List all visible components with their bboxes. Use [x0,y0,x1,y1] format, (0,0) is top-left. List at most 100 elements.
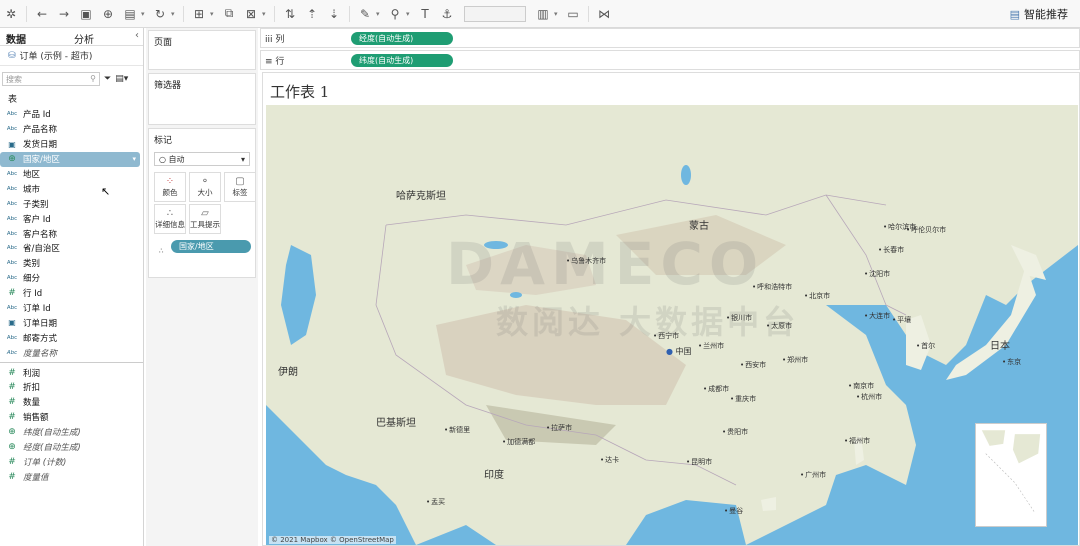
dropdown-arrow-icon[interactable]: ▾ [262,10,270,18]
fix-axes-icon[interactable]: ⚓ [436,3,458,25]
collapse-pane-icon[interactable]: ‹ [135,30,139,41]
toolbar-separator [26,5,27,22]
dimension-field[interactable]: Abc 客户名称 [0,226,143,241]
dropdown-arrow-icon[interactable]: ▾ [406,10,414,18]
dimension-field-label: 地区 [23,170,41,180]
new-worksheet-icon[interactable]: ⊞ [188,3,210,25]
detail-small-icon: ∴ [159,247,164,255]
group-members-icon[interactable]: ⚲ [384,3,406,25]
sheet-title[interactable]: 工作表 1 [270,81,329,102]
measure-field[interactable]: ⊕ 经度(自动生成) [0,440,143,455]
search-input[interactable]: 搜索 ⚲ [2,72,100,86]
tab-data[interactable]: 数据 [0,28,68,46]
tableau-logo-icon[interactable]: ✲ [0,3,22,25]
fit-select[interactable] [464,5,526,22]
datasource-item[interactable]: ⛁ 订单 (示例 - 超市) [0,46,143,66]
pages-card[interactable]: 页面 [148,30,256,70]
view-options-icon[interactable]: ▤▾ [115,74,128,84]
measure-field[interactable]: ⊕ 纬度(自动生成) [0,425,143,440]
measure-field[interactable]: # 度量值 [0,469,143,484]
save-icon[interactable]: ▣ [75,3,97,25]
label-button[interactable]: ▢ 标签 [224,172,256,202]
mark-type-select[interactable]: ○ 自动 ▾ [154,152,250,166]
sort-ascending-icon[interactable]: ⇡ [301,3,323,25]
dimension-field[interactable]: Abc 类别 [0,256,143,271]
city-label: 加德满都 [502,437,535,447]
measure-field[interactable]: # 折扣 [0,380,143,395]
dimension-field[interactable]: Abc 邮寄方式 [0,330,143,345]
columns-pill[interactable]: 经度(自动生成) [351,31,453,45]
tooltip-button[interactable]: ▱ 工具提示 [189,204,221,234]
rows-pill[interactable]: 纬度(自动生成) [351,53,453,67]
dimension-field[interactable]: Abc 地区 [0,167,143,182]
dimension-field[interactable]: ▣ 订单日期 [0,315,143,330]
city-label: 曼谷 [724,506,743,516]
dimension-field[interactable]: Abc 产品 Id [0,107,143,122]
dimension-field[interactable]: Abc 订单 Id [0,301,143,316]
dimension-field[interactable]: Abc 度量名称 [0,345,143,360]
city-label: 福州市 [844,436,870,446]
clear-sheet-icon[interactable]: ⊠ [240,3,262,25]
dropdown-arrow-icon[interactable]: ▾ [210,10,218,18]
dimension-field[interactable]: # 行 Id [0,286,143,301]
string-type-icon: Abc [6,334,18,341]
map-canvas[interactable]: DAMECO 数阅达 大数据中台 哈萨克斯坦 蒙古 伊朗 巴基斯坦 印度 日本 … [266,105,1078,545]
show-mark-labels-icon[interactable]: T [414,3,436,25]
pause-updates-icon[interactable]: ▤ [119,3,141,25]
city-label: 大连市 [864,311,890,321]
size-button[interactable]: ⚬ 大小 [189,172,221,202]
number-type-icon: # [8,288,16,299]
size-label: 大小 [197,188,213,197]
dimension-field[interactable]: Abc 客户 Id [0,211,143,226]
dropdown-arrow-icon[interactable]: ▾ [554,10,562,18]
mark-pill-country[interactable]: 国家/地区 [171,240,251,253]
sort-descending-icon[interactable]: ⇣ [323,3,345,25]
city-label: 兰州市 [698,341,724,351]
mouse-cursor-icon: ↖ [101,185,111,198]
toolbar-separator [274,5,275,22]
toolbar: ✲ ← → ▣ ⊕ ▤ ▾ ↻ ▾ ⊞ ▾ ⧉ ⊠ ▾ ⇅ ⇡ ⇣ ✎ ▾ ⚲ … [0,0,1080,28]
detail-button[interactable]: ∴ 详细信息 [154,204,186,234]
color-button[interactable]: ⁘ 颜色 [154,172,186,202]
filter-icon[interactable]: ⏷ [104,74,111,84]
undo-icon[interactable]: ← [31,3,53,25]
duplicate-sheet-icon[interactable]: ⧉ [218,3,240,25]
dropdown-arrow-icon[interactable]: ▾ [171,10,179,18]
swap-rows-columns-icon[interactable]: ⇅ [279,3,301,25]
filters-title: 筛选器 [154,81,182,91]
highlight-icon[interactable]: ✎ [354,3,376,25]
columns-shelf[interactable]: iii 列 经度(自动生成) [260,28,1080,48]
share-icon[interactable]: ⋈ [593,3,615,25]
city-label: 太原市 [766,321,792,331]
measure-field[interactable]: # 销售额 [0,410,143,425]
show-cards-icon[interactable]: ▥ [532,3,554,25]
new-datasource-icon[interactable]: ⊕ [97,3,119,25]
measure-field[interactable]: # 数量 [0,395,143,410]
dimension-field[interactable]: ▣ 发货日期 [0,137,143,152]
redo-icon[interactable]: → [53,3,75,25]
dimension-field-label: 邮寄方式 [23,333,58,344]
dimension-field[interactable]: Abc 产品名称 [0,122,143,137]
presentation-mode-icon[interactable]: ▭ [562,3,584,25]
city-label: 呼和浩特市 [752,282,792,292]
dropdown-arrow-icon[interactable]: ▾ [376,10,384,18]
dimension-field[interactable]: Abc 省/自治区 [0,241,143,256]
measure-field[interactable]: # 订单 (计数) [0,454,143,469]
field-dropdown-icon[interactable]: ▾ [132,155,136,163]
show-me-button[interactable]: ▤ 智能推荐 [1010,6,1068,22]
data-pane-tabs: 数据 分析 ‹ [0,28,143,46]
tab-analysis[interactable]: 分析 [68,28,136,46]
rows-label-text: 行 [275,56,285,67]
rows-shelf[interactable]: ≡ 行 纬度(自动生成) [260,50,1080,70]
dimension-field[interactable]: ⊕ 国家/地区 ▾ [0,151,140,167]
dimension-field[interactable]: Abc 细分 [0,271,143,286]
dimension-field[interactable]: Abc 城市 [0,181,143,196]
dropdown-arrow-icon[interactable]: ▾ [141,10,149,18]
map-attribution[interactable]: © 2021 Mapbox © OpenStreetMap [269,536,396,544]
measure-field[interactable]: # 利润 [0,365,143,380]
watermark-cn: 数阅达 大数据中台 [496,303,800,341]
dimension-field[interactable]: Abc 子类别 [0,196,143,211]
filters-card[interactable]: 筛选器 [148,73,256,125]
refresh-icon[interactable]: ↻ [149,3,171,25]
worksheet-view: 工作表 1 DAMECO 数阅达 大数据中台 哈萨克斯坦 蒙古 伊朗 巴基斯坦 … [262,72,1080,546]
